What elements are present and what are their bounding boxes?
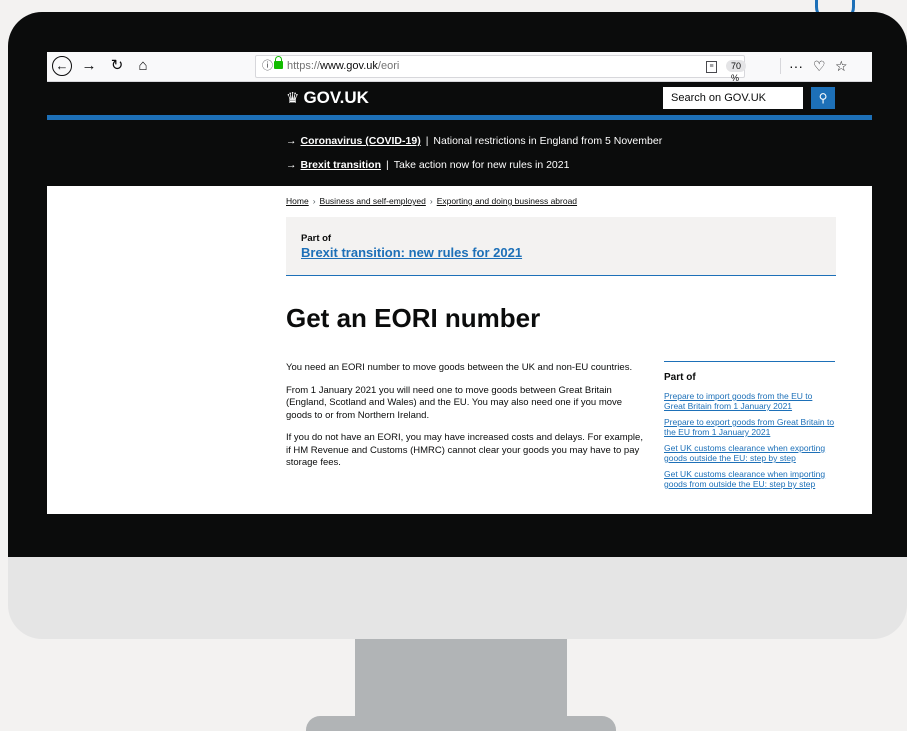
related-heading: Part of: [664, 372, 696, 383]
monitor-chin: [8, 557, 907, 639]
crown-icon: ♛: [286, 90, 300, 107]
brexit-transition-link[interactable]: Brexit transition: [301, 159, 382, 171]
notice-covid: → Coronavirus (COVID-19) | National restric…: [286, 135, 663, 147]
govuk-logo-text: GOV.UK: [303, 88, 369, 107]
related-link-customs-export[interactable]: Get UK customs clearance when exporting …: [664, 443, 835, 463]
monitor-stand-foot: [306, 716, 616, 731]
part-of-label: Part of: [301, 233, 332, 244]
body-paragraph: You need an EORI number to move goods be…: [286, 362, 633, 373]
notice-text: Take action now for new rules in 2021: [393, 159, 570, 171]
search-icon: ⚲: [818, 91, 828, 105]
arrow-right-icon: →: [286, 159, 297, 171]
pocket-icon[interactable]: ♡: [813, 56, 826, 76]
breadcrumb-home[interactable]: Home: [286, 196, 309, 206]
govuk-logo[interactable]: ♛ GOV.UK: [286, 88, 369, 109]
url-text[interactable]: https://www.gov.uk/eori: [287, 56, 399, 77]
zoom-level-badge[interactable]: 70 %: [726, 60, 747, 83]
browser-toolbar: ← → ↻ ⌂ ⓘ https://www.gov.uk/eori ≡ 70 %…: [47, 52, 872, 83]
forward-arrow-icon[interactable]: →: [79, 56, 99, 76]
related-sidebar: Part of Prepare to import goods from the…: [664, 361, 835, 495]
more-actions-icon[interactable]: ···: [789, 56, 803, 76]
home-icon[interactable]: ⌂: [133, 56, 153, 76]
breadcrumb: Home › Business and self-employed › Exportin…: [286, 195, 577, 207]
reload-icon[interactable]: ↻: [107, 56, 127, 76]
url-bar[interactable]: ⓘ https://www.gov.uk/eori ≡ 70 %: [255, 55, 747, 83]
chevron-right-icon: ›: [312, 196, 316, 206]
body-copy: You need an EORI number to move goods be…: [286, 362, 646, 480]
monitor-screen: ← → ↻ ⌂ ⓘ https://www.gov.uk/eori ≡ 70 %…: [47, 52, 872, 514]
chevron-right-icon: ›: [429, 196, 433, 206]
info-icon[interactable]: ⓘ: [262, 56, 273, 77]
lock-icon: [274, 56, 283, 69]
govuk-header: ♛GOV.UK ⚲: [47, 82, 872, 115]
related-link-customs-import[interactable]: Get UK customs clearance when importing …: [664, 469, 835, 489]
page-title: Get an EORI number: [286, 303, 541, 333]
part-of-link[interactable]: Brexit transition: new rules for 2021: [301, 245, 522, 260]
related-link-export-eu[interactable]: Prepare to export goods from Great Brita…: [664, 417, 835, 437]
bookmark-star-icon[interactable]: ☆: [835, 56, 848, 76]
breadcrumb-business[interactable]: Business and self-employed: [320, 196, 426, 206]
toolbar-separator: [780, 58, 781, 74]
notice-banner: → Coronavirus (COVID-19) | National restric…: [47, 120, 872, 186]
breadcrumb-exporting[interactable]: Exporting and doing business abroad: [437, 196, 577, 206]
reader-view-icon[interactable]: ≡: [706, 61, 717, 73]
notice-brexit: → Brexit transition | Take action now for n…: [286, 159, 570, 171]
related-link-import-eu[interactable]: Prepare to import goods from the EU to G…: [664, 391, 835, 411]
search-input[interactable]: [663, 87, 803, 109]
covid-link[interactable]: Coronavirus (COVID-19): [301, 135, 421, 147]
body-paragraph: If you do not have an EORI, you may have…: [286, 432, 643, 468]
part-of-box: Part of Brexit transition: new rules for…: [286, 217, 836, 276]
notice-text: National restrictions in England from 5 …: [433, 135, 663, 147]
body-paragraph: From 1 January 2021 you will need one to…: [286, 384, 623, 421]
arrow-right-icon: →: [286, 135, 297, 147]
search-button[interactable]: ⚲: [811, 87, 835, 109]
back-arrow-icon[interactable]: ←: [52, 56, 72, 76]
